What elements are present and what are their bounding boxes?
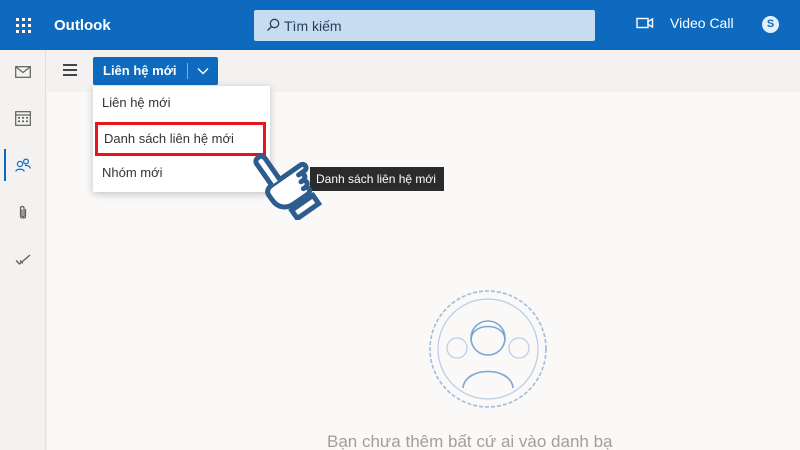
rail-files[interactable] — [0, 191, 46, 235]
video-call-label: Video Call — [670, 15, 734, 31]
people-icon — [15, 158, 31, 172]
rail-calendar[interactable] — [0, 96, 46, 140]
new-contact-button[interactable]: Liên hệ mới — [93, 63, 188, 79]
hamburger-menu-icon[interactable] — [63, 64, 77, 76]
search-placeholder: Tìm kiếm — [284, 17, 342, 34]
skype-icon[interactable]: S — [762, 16, 779, 33]
mail-icon — [15, 66, 31, 78]
attachment-icon — [19, 205, 27, 219]
empty-state-message: Bạn chưa thêm bất cứ ai vào danh bạ — [327, 432, 613, 450]
new-contact-dropdown-toggle[interactable] — [188, 57, 218, 85]
app-title[interactable]: Outlook — [54, 17, 254, 34]
video-call-button[interactable]: Video Call — [636, 15, 734, 31]
new-contact-split-button[interactable]: Liên hệ mới — [93, 57, 218, 85]
top-header: Outlook Tìm kiếm Video Call S — [0, 0, 800, 50]
menu-item-new-contact-list[interactable]: Danh sách liên hệ mới — [95, 122, 266, 156]
todo-icon — [15, 254, 31, 265]
menu-item-new-contact[interactable]: Liên hệ mới — [93, 86, 270, 120]
rail-people[interactable] — [0, 143, 46, 187]
empty-people-illustration — [429, 290, 547, 408]
pointing-hand-icon — [253, 153, 323, 220]
rail-todo[interactable] — [0, 238, 46, 282]
calendar-icon — [15, 110, 31, 126]
waffle-icon — [15, 17, 31, 33]
left-nav-rail — [0, 50, 46, 450]
app-launcher-button[interactable] — [0, 0, 46, 50]
rail-mail[interactable] — [0, 50, 46, 94]
chevron-down-icon — [197, 68, 209, 75]
search-box[interactable]: Tìm kiếm — [254, 10, 595, 41]
search-icon — [267, 18, 280, 31]
menu-item-new-group[interactable]: Nhóm mới — [93, 156, 270, 190]
video-camera-icon — [636, 17, 654, 29]
new-contact-menu: Liên hệ mới Danh sách liên hệ mới Nhóm m… — [93, 86, 270, 192]
